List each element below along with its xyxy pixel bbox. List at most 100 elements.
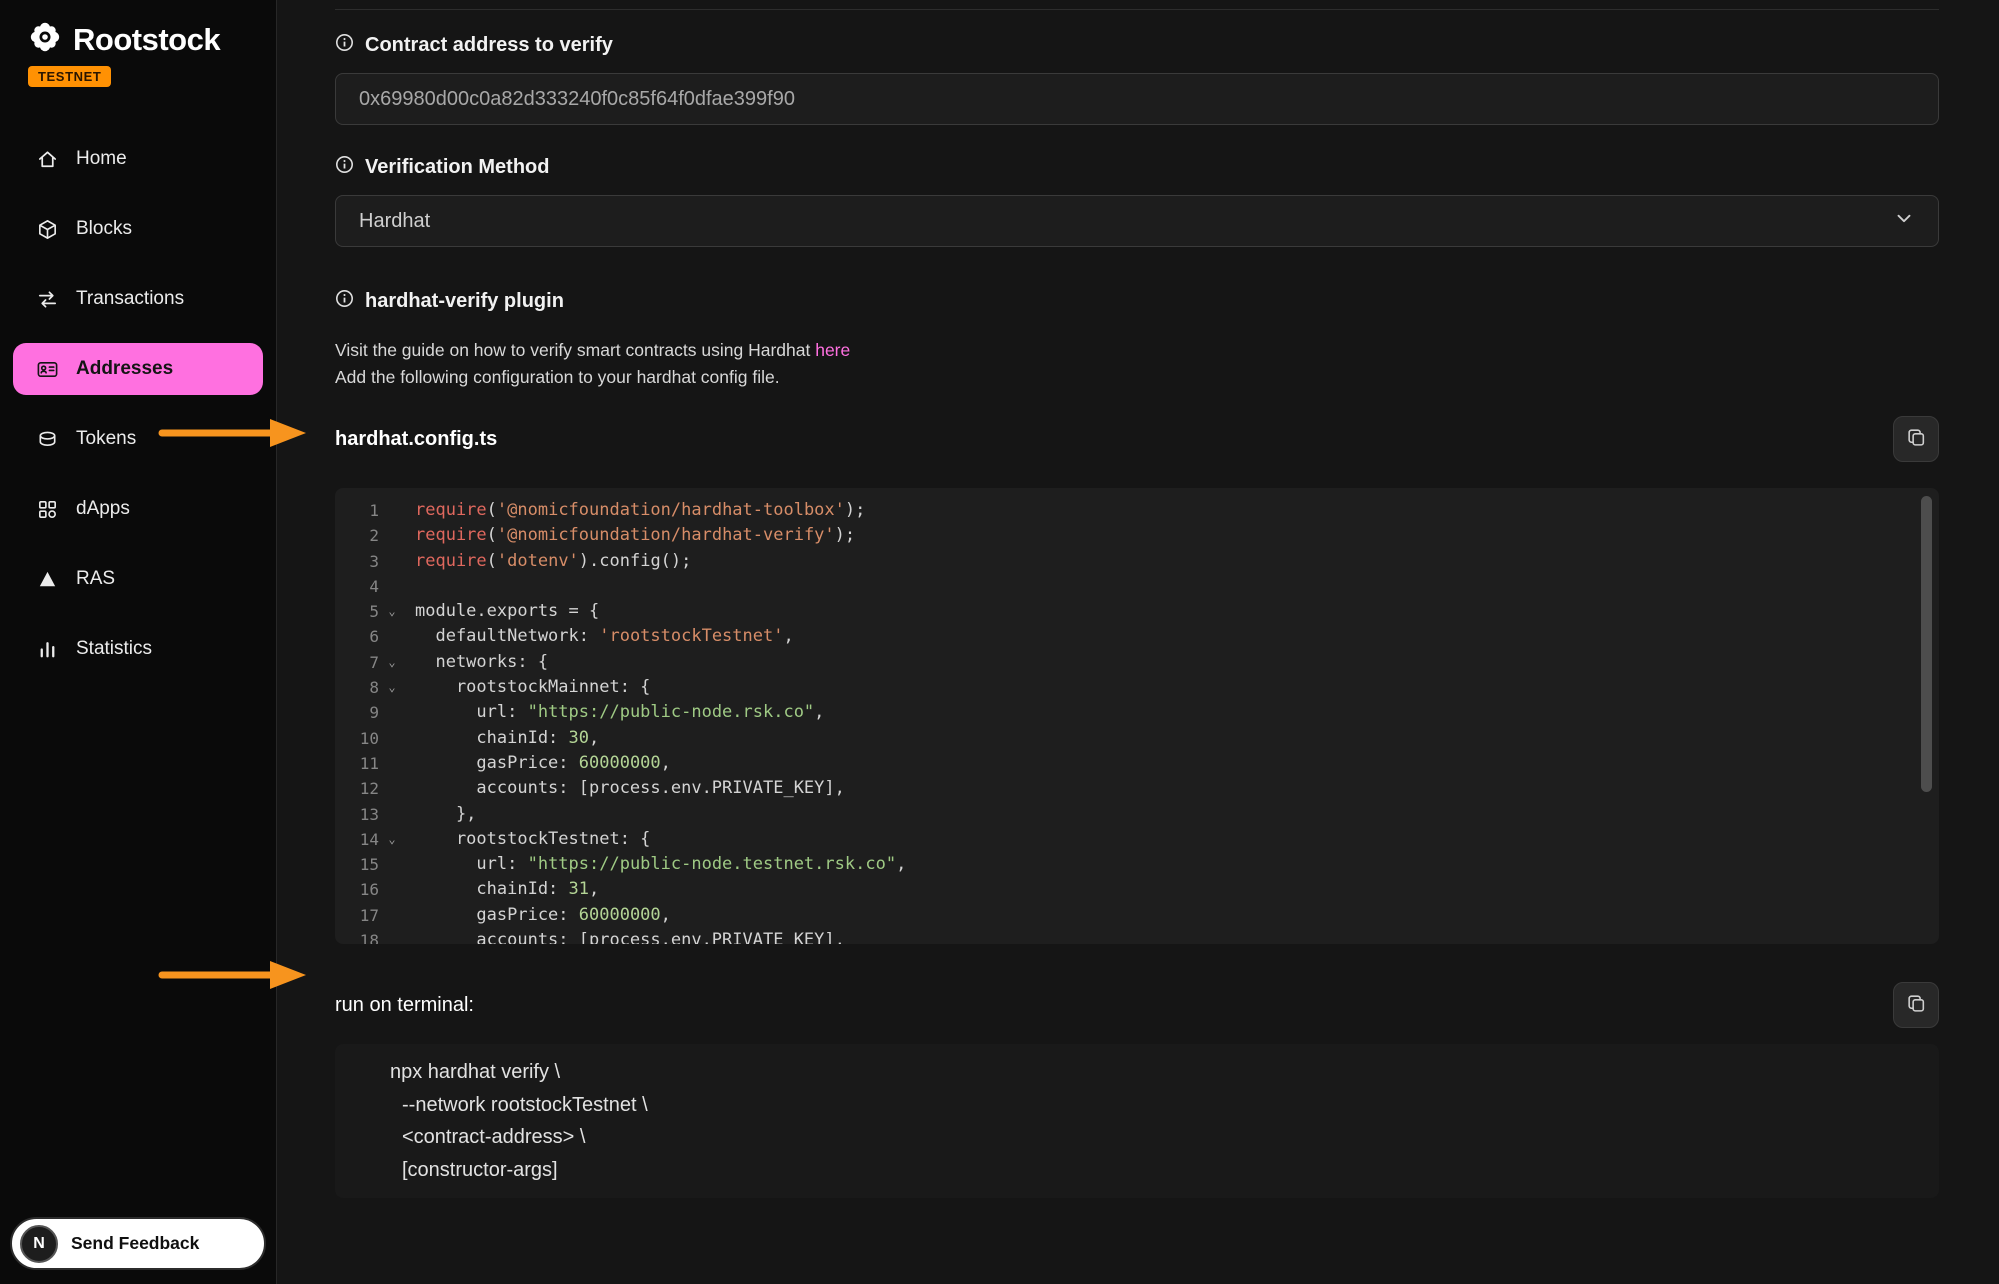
plugin-description: Visit the guide on how to verify smart c… — [335, 337, 1939, 391]
fold-spacer — [379, 498, 405, 523]
sidebar-item-ras[interactable]: RAS — [13, 553, 263, 605]
sidebar-item-label: Blocks — [76, 218, 132, 240]
code-text: accounts: [process.env.PRIVATE_KEY], — [405, 776, 845, 801]
code-line: 9 url: "https://public-node.rsk.co", — [335, 700, 1939, 725]
sidebar-item-tokens[interactable]: Tokens — [13, 413, 263, 465]
guide-link[interactable]: here — [815, 340, 850, 360]
line-number: 15 — [335, 852, 379, 877]
logo[interactable]: Rootstock — [0, 0, 276, 59]
fold-chevron-icon[interactable]: ⌄ — [379, 675, 405, 700]
sidebar-item-transactions[interactable]: Transactions — [13, 273, 263, 325]
code-text: gasPrice: 60000000, — [405, 751, 671, 776]
ras-icon — [35, 567, 59, 591]
copy-terminal-button[interactable] — [1893, 982, 1939, 1028]
sidebar-item-home[interactable]: Home — [13, 133, 263, 185]
code-line: 5⌄module.exports = { — [335, 599, 1939, 624]
terminal-line: npx hardhat verify \ — [390, 1056, 1939, 1089]
line-number: 17 — [335, 903, 379, 928]
terminal-line: <contract-address> \ — [390, 1121, 1939, 1154]
code-text: require('@nomicfoundation/hardhat-toolbo… — [405, 498, 865, 523]
fold-spacer — [379, 523, 405, 548]
contract-address-label: Contract address to verify — [335, 33, 1939, 58]
code-line: 8⌄ rootstockMainnet: { — [335, 675, 1939, 700]
code-text: chainId: 30, — [405, 726, 599, 751]
code-line: 13 }, — [335, 802, 1939, 827]
main-content: Contract address to verify 0x69980d00c0a… — [277, 0, 1999, 1284]
code-line: 16 chainId: 31, — [335, 877, 1939, 902]
fold-spacer — [379, 852, 405, 877]
line-number: 14 — [335, 827, 379, 852]
fold-chevron-icon[interactable]: ⌄ — [379, 827, 405, 852]
transactions-icon — [35, 287, 59, 311]
code-line: 15 url: "https://public-node.testnet.rsk… — [335, 852, 1939, 877]
dapps-icon — [35, 497, 59, 521]
fold-chevron-icon[interactable]: ⌄ — [379, 650, 405, 675]
code-text: rootstockMainnet: { — [405, 675, 650, 700]
statistics-icon — [35, 637, 59, 661]
terminal-command[interactable]: npx hardhat verify \--network rootstockT… — [335, 1044, 1939, 1198]
line-number: 13 — [335, 802, 379, 827]
code-text: require('dotenv').config(); — [405, 549, 691, 574]
tokens-icon — [35, 427, 59, 451]
sidebar-item-label: Statistics — [76, 638, 152, 660]
fold-spacer — [379, 802, 405, 827]
addresses-icon — [35, 357, 59, 381]
sidebar-item-label: Home — [76, 148, 127, 170]
code-line: 12 accounts: [process.env.PRIVATE_KEY], — [335, 776, 1939, 801]
app-root: Rootstock TESTNET HomeBlocksTransactions… — [0, 0, 1999, 1284]
verification-method-select[interactable]: Hardhat — [335, 195, 1939, 247]
top-divider — [335, 9, 1939, 10]
copy-config-button[interactable] — [1893, 416, 1939, 462]
code-line: 14⌄ rootstockTestnet: { — [335, 827, 1939, 852]
code-line: 1require('@nomicfoundation/hardhat-toolb… — [335, 498, 1939, 523]
code-line: 3require('dotenv').config(); — [335, 549, 1939, 574]
sidebar-item-label: Addresses — [76, 358, 173, 380]
code-text: rootstockTestnet: { — [405, 827, 650, 852]
contract-address-input[interactable]: 0x69980d00c0a82d333240f0c85f64f0dfae399f… — [335, 73, 1939, 125]
line-number: 4 — [335, 574, 379, 599]
code-text: module.exports = { — [405, 599, 599, 624]
sidebar-item-label: RAS — [76, 568, 115, 590]
run-on-terminal-label: run on terminal: — [335, 994, 474, 1017]
sidebar-item-statistics[interactable]: Statistics — [13, 623, 263, 675]
code-text: url: "https://public-node.testnet.rsk.co… — [405, 852, 906, 877]
sidebar-item-blocks[interactable]: Blocks — [13, 203, 263, 255]
fold-chevron-icon[interactable]: ⌄ — [379, 599, 405, 624]
fold-spacer — [379, 624, 405, 649]
code-text: chainId: 31, — [405, 877, 599, 902]
fold-spacer — [379, 903, 405, 928]
sidebar-item-label: dApps — [76, 498, 130, 520]
line-number: 6 — [335, 624, 379, 649]
line-number: 10 — [335, 726, 379, 751]
config-file-label: hardhat.config.ts — [335, 428, 497, 451]
code-lines: 1require('@nomicfoundation/hardhat-toolb… — [335, 498, 1939, 944]
code-line: 6 defaultNetwork: 'rootstockTestnet', — [335, 624, 1939, 649]
code-line: 7⌄ networks: { — [335, 650, 1939, 675]
chevron-down-icon — [1893, 207, 1915, 235]
code-text — [405, 574, 415, 599]
code-text: url: "https://public-node.rsk.co", — [405, 700, 824, 725]
code-text: defaultNetwork: 'rootstockTestnet', — [405, 624, 794, 649]
fold-spacer — [379, 726, 405, 751]
info-icon — [335, 33, 354, 58]
fold-spacer — [379, 928, 405, 944]
terminal-line: --network rootstockTestnet \ — [390, 1089, 1939, 1122]
sidebar-item-dapps[interactable]: dApps — [13, 483, 263, 535]
line-number: 7 — [335, 650, 379, 675]
code-text: require('@nomicfoundation/hardhat-verify… — [405, 523, 855, 548]
info-icon — [335, 155, 354, 180]
code-text: }, — [405, 802, 476, 827]
sidebar: Rootstock TESTNET HomeBlocksTransactions… — [0, 0, 277, 1284]
code-text: networks: { — [405, 650, 548, 675]
code-editor[interactable]: 1require('@nomicfoundation/hardhat-toolb… — [335, 488, 1939, 944]
plugin-section-title: hardhat-verify plugin — [335, 289, 1939, 314]
send-feedback-button[interactable]: N Send Feedback — [10, 1217, 266, 1270]
fold-spacer — [379, 751, 405, 776]
sidebar-item-addresses[interactable]: Addresses — [13, 343, 263, 395]
code-scrollbar[interactable] — [1921, 496, 1932, 792]
code-line: 10 chainId: 30, — [335, 726, 1939, 751]
home-icon — [35, 147, 59, 171]
code-line: 18 accounts: [process.env.PRIVATE_KEY], — [335, 928, 1939, 944]
code-line: 2require('@nomicfoundation/hardhat-verif… — [335, 523, 1939, 548]
terminal-line: [constructor-args] — [390, 1154, 1939, 1187]
